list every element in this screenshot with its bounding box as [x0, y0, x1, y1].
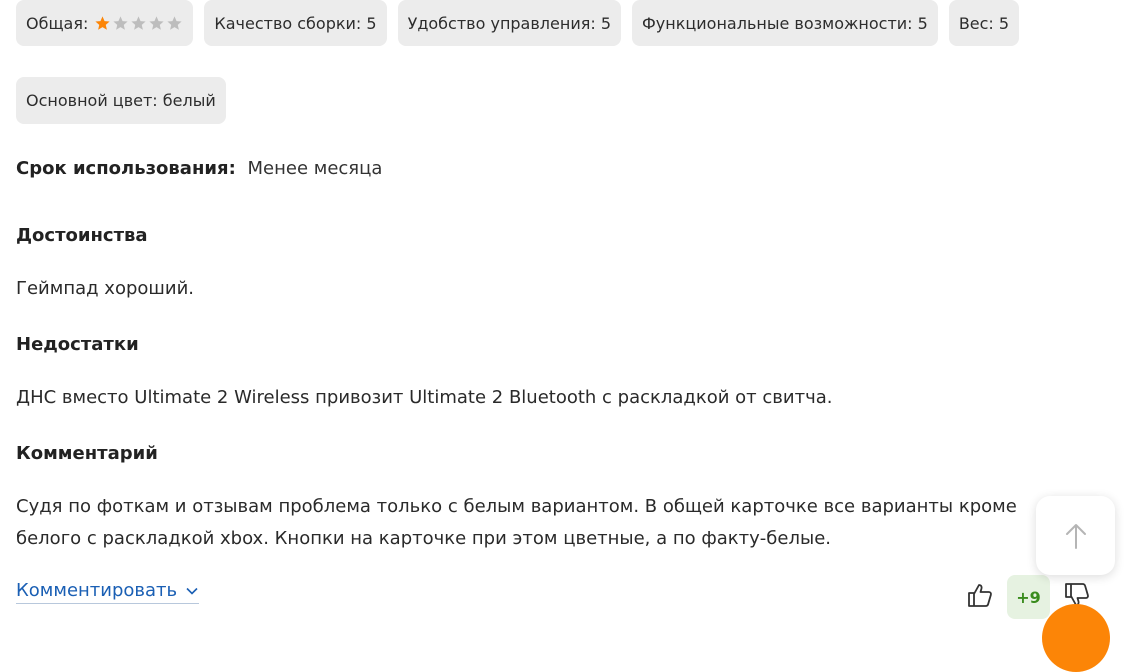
functionality-chip: Функциональные возможности: 5 — [632, 0, 938, 46]
comment-text: Судя по фоткам и отзывам проблема только… — [16, 496, 1017, 549]
build-quality-chip: Качество сборки: 5 — [204, 0, 387, 46]
comment-button-label: Комментировать — [16, 580, 178, 601]
advantages-title: Достоинства — [16, 225, 148, 246]
disadvantages-title: Недостатки — [16, 334, 139, 355]
overall-rating-label: Общая: — [26, 13, 89, 33]
scroll-to-top-button[interactable] — [1036, 496, 1115, 575]
main-color-chip: Основной цвет: белый — [16, 77, 226, 124]
advantages-text: Геймпад хороший. — [16, 278, 194, 299]
rating-score: +9 — [1007, 575, 1050, 619]
weight-chip: Вес: 5 — [948, 0, 1020, 46]
star-icon — [131, 15, 146, 30]
comment-title: Комментарий — [16, 443, 158, 464]
star-icon — [149, 15, 164, 30]
usage-value: Менее месяца — [247, 158, 383, 179]
comment-button[interactable]: Комментировать — [16, 580, 200, 604]
usage-label: Срок использования: — [16, 158, 236, 179]
floating-action-button[interactable] — [1042, 604, 1110, 672]
ease-of-control-chip: Удобство управления: 5 — [397, 0, 621, 46]
rating-stars — [94, 15, 183, 32]
thumbs-up-icon[interactable] — [966, 581, 994, 609]
star-icon — [95, 15, 110, 30]
ratings-row: Общая: Качество сборки: 5 Удобство управ… — [16, 0, 1020, 46]
overall-rating-chip: Общая: — [16, 0, 194, 46]
star-icon — [167, 15, 182, 30]
usage-period: Срок использования: Менее месяца — [16, 158, 382, 179]
star-icon — [113, 15, 128, 30]
chevron-down-icon — [186, 587, 198, 595]
disadvantages-text: ДНС вместо Ultimate 2 Wireless привозит … — [16, 387, 833, 408]
arrow-up-icon — [1065, 523, 1086, 549]
